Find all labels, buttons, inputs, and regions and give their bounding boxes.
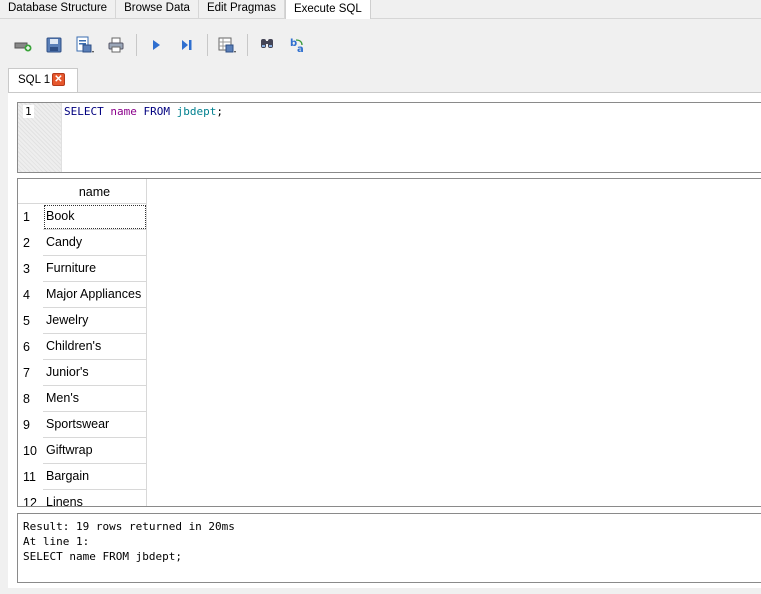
results-grid[interactable]: name 1 Book 2 Candy 3 Furniture 4 Major Applian… <box>17 178 761 507</box>
row-number[interactable]: 9 <box>18 412 43 438</box>
print-icon <box>108 37 124 53</box>
row-number[interactable]: 2 <box>18 230 43 256</box>
table-cell-name[interactable]: Bargain <box>43 464 147 490</box>
row-number[interactable]: 1 <box>18 204 43 230</box>
save-sql-file-icon <box>76 36 94 53</box>
sql-toolbar: b a <box>10 32 316 58</box>
find-replace-button[interactable]: b a <box>285 32 311 58</box>
result-query-echo: SELECT name FROM jbdept; <box>23 550 182 563</box>
table-row[interactable]: 1 Book <box>18 204 148 230</box>
line-number: 1 <box>23 105 34 118</box>
execute-current-line-button[interactable] <box>174 32 200 58</box>
table-cell-name[interactable]: Giftwrap <box>43 438 147 464</box>
table-row[interactable]: 8 Men's <box>18 386 148 412</box>
sql-table: jbdept <box>176 105 217 118</box>
execute-current-line-icon <box>182 40 192 50</box>
sql-editor[interactable]: 1 SELECT name FROM jbdept; <box>17 102 761 173</box>
sql-tab-label: SQL 1 <box>18 74 51 86</box>
save-results-button[interactable] <box>214 32 240 58</box>
open-tab-button[interactable] <box>10 32 36 58</box>
find-replace-icon: b a <box>290 38 304 54</box>
result-line-info: At line 1: <box>23 535 90 548</box>
save-results-icon <box>218 37 236 53</box>
table-cell-name[interactable]: Linens <box>43 490 147 506</box>
table-row[interactable]: 9 Sportswear <box>18 412 148 438</box>
table-row[interactable]: 10 Giftwrap <box>18 438 148 464</box>
sql-keyword: FROM <box>143 105 171 118</box>
print-button[interactable] <box>103 32 129 58</box>
result-message-pane[interactable]: Result: 19 rows returned in 20ms At line… <box>17 513 761 583</box>
execute-all-button[interactable] <box>143 32 169 58</box>
tab-database-structure[interactable]: Database Structure <box>0 0 117 19</box>
result-summary: Result: 19 rows returned in 20ms <box>23 520 235 533</box>
sql-terminator: ; <box>216 105 223 118</box>
row-number[interactable]: 5 <box>18 308 43 334</box>
table-row[interactable]: 2 Candy <box>18 230 148 256</box>
find-icon <box>261 39 273 48</box>
tab-browse-data[interactable]: Browse Data <box>116 0 199 19</box>
tab-sql-1[interactable]: SQL 1 ✕ <box>8 68 78 93</box>
open-tab-icon <box>14 42 32 52</box>
open-sql-file-icon <box>46 37 62 53</box>
svg-text:a: a <box>297 44 304 54</box>
sql-column: name <box>110 105 137 118</box>
table-cell-name[interactable]: Book <box>43 204 147 230</box>
table-row[interactable]: 7 Junior's <box>18 360 148 386</box>
table-row[interactable]: 3 Furniture <box>18 256 148 282</box>
execute-all-icon <box>153 40 160 50</box>
toolbar-separator <box>136 34 137 56</box>
close-tab-icon[interactable]: ✕ <box>52 73 65 86</box>
table-cell-name[interactable]: Men's <box>43 386 147 412</box>
row-number[interactable]: 6 <box>18 334 43 360</box>
toolbar-separator <box>207 34 208 56</box>
table-cell-name[interactable]: Jewelry <box>43 308 147 334</box>
row-number[interactable]: 8 <box>18 386 43 412</box>
table-cell-name[interactable]: Junior's <box>43 360 147 386</box>
table-row[interactable]: 5 Jewelry <box>18 308 148 334</box>
find-button[interactable] <box>254 32 280 58</box>
row-number[interactable]: 10 <box>18 438 43 464</box>
line-number-gutter: 1 <box>18 103 62 172</box>
open-sql-file-button[interactable] <box>41 32 67 58</box>
save-sql-file-button[interactable] <box>72 32 98 58</box>
toolbar-separator <box>247 34 248 56</box>
table-cell-name[interactable]: Sportswear <box>43 412 147 438</box>
column-header-name[interactable]: name <box>43 179 147 204</box>
bottom-strip <box>0 588 761 594</box>
row-number[interactable]: 11 <box>18 464 43 490</box>
row-number[interactable]: 12 <box>18 490 43 506</box>
table-cell-name[interactable]: Major Appliances <box>43 282 147 308</box>
grid-corner <box>18 179 43 204</box>
row-number[interactable]: 7 <box>18 360 43 386</box>
row-number[interactable]: 4 <box>18 282 43 308</box>
sql-code-line: SELECT name FROM jbdept; <box>64 105 223 118</box>
table-row[interactable]: 6 Children's <box>18 334 148 360</box>
sql-keyword: SELECT <box>64 105 104 118</box>
main-tab-bar: Database Structure Browse Data Edit Prag… <box>0 0 761 19</box>
tab-execute-sql[interactable]: Execute SQL <box>284 0 371 19</box>
table-row[interactable]: 4 Major Appliances <box>18 282 148 308</box>
row-number[interactable]: 3 <box>18 256 43 282</box>
table-row[interactable]: 11 Bargain <box>18 464 148 490</box>
table-cell-name[interactable]: Children's <box>43 334 147 360</box>
table-cell-name[interactable]: Candy <box>43 230 147 256</box>
table-row[interactable]: 12 Linens <box>18 490 148 506</box>
tab-edit-pragmas[interactable]: Edit Pragmas <box>199 0 285 19</box>
table-cell-name[interactable]: Furniture <box>43 256 147 282</box>
